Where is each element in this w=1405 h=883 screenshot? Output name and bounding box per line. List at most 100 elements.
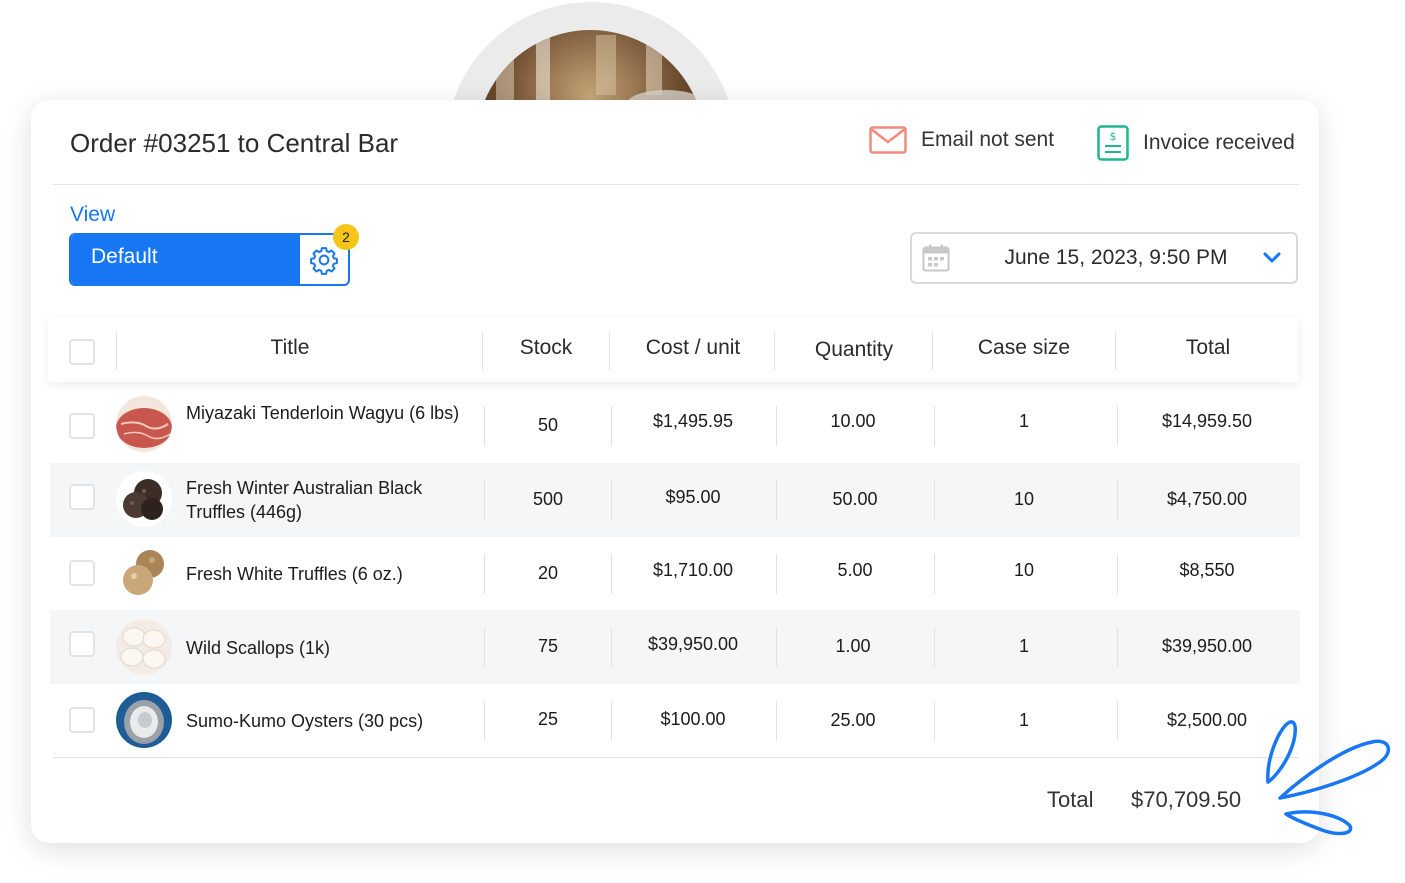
column-divider xyxy=(776,701,777,741)
column-divider xyxy=(116,332,117,370)
row-cost: $100.00 xyxy=(660,709,726,729)
grand-total-label: Total xyxy=(1047,787,1094,812)
table-row[interactable]: Fresh White Truffles (6 oz.) 20 $1,710.0… xyxy=(50,537,1300,611)
white-truffle-thumbnail xyxy=(116,544,172,600)
email-status: Email not sent xyxy=(869,126,1054,154)
row-title: Fresh Winter Australian Black Truffles (… xyxy=(186,478,423,522)
column-divider xyxy=(776,480,777,520)
table-header: Title Stock Cost / unit Quantity Case si… xyxy=(48,318,1298,382)
grand-total-value: $70,709.50 xyxy=(1131,787,1242,812)
column-header-case-size[interactable]: Case size xyxy=(944,336,1104,360)
row-stock: 500 xyxy=(532,489,564,509)
column-divider xyxy=(934,480,935,520)
column-divider xyxy=(934,701,935,741)
column-header-total[interactable]: Total xyxy=(1128,336,1288,360)
row-title: Fresh White Truffles (6 oz.) xyxy=(186,564,403,584)
row-cost: $39,950.00 xyxy=(647,634,739,654)
column-divider xyxy=(484,627,485,667)
row-checkbox[interactable] xyxy=(69,707,95,733)
row-checkbox[interactable] xyxy=(69,631,95,657)
row-total: $4,750.00 xyxy=(1166,489,1248,509)
row-checkbox[interactable] xyxy=(69,484,95,510)
date-picker[interactable]: June 15, 2023, 9:50 PM xyxy=(910,232,1298,284)
svg-text:$: $ xyxy=(1110,130,1117,143)
column-divider xyxy=(611,554,612,594)
column-header-title[interactable]: Title xyxy=(190,336,390,360)
view-label: View xyxy=(70,203,116,226)
column-divider xyxy=(774,332,775,370)
wagyu-thumbnail xyxy=(116,396,172,452)
column-divider xyxy=(1117,627,1118,667)
column-header-cost[interactable]: Cost / unit xyxy=(622,336,764,360)
date-value: June 15, 2023, 9:50 PM xyxy=(1004,246,1228,269)
table-row[interactable]: Sumo-Kumo Oysters (30 pcs) 25 $100.00 25… xyxy=(50,684,1300,758)
row-checkbox[interactable] xyxy=(69,560,95,586)
row-stock: 25 xyxy=(537,709,559,729)
row-case-size: 10 xyxy=(1013,489,1035,509)
row-cost: $1,495.95 xyxy=(652,411,734,431)
order-title: Order #03251 to Central Bar xyxy=(70,128,399,158)
settings-count-badge: 2 xyxy=(333,224,359,250)
column-divider xyxy=(611,627,612,667)
column-divider xyxy=(484,406,485,446)
select-all-checkbox[interactable] xyxy=(69,339,95,365)
column-header-stock[interactable]: Stock xyxy=(495,336,597,360)
row-total: $14,959.50 xyxy=(1161,411,1253,431)
column-divider xyxy=(484,701,485,741)
row-quantity[interactable]: 5.00 xyxy=(784,560,926,581)
gear-icon xyxy=(310,246,338,275)
column-divider xyxy=(1115,332,1116,370)
row-stock: 75 xyxy=(537,636,559,656)
row-title: Sumo-Kumo Oysters (30 pcs) xyxy=(186,711,424,731)
email-status-label: Email not sent xyxy=(921,128,1055,151)
column-divider xyxy=(1117,406,1118,446)
view-default-button[interactable]: Default xyxy=(71,235,300,284)
row-case-size: 1 xyxy=(1018,411,1029,431)
column-divider xyxy=(776,627,777,667)
row-title: Miyazaki Tenderloin Wagyu (6 lbs) xyxy=(186,403,460,423)
column-divider xyxy=(1117,554,1118,594)
column-divider xyxy=(776,406,777,446)
row-stock: 20 xyxy=(537,563,559,583)
row-stock: 50 xyxy=(537,415,559,435)
row-title: Wild Scallops (1k) xyxy=(186,638,331,658)
invoice-icon: $ xyxy=(1097,125,1129,161)
row-case-size: 1 xyxy=(1018,710,1029,730)
header-divider xyxy=(53,184,1299,185)
calendar-icon xyxy=(922,244,950,272)
row-cost: $95.00 xyxy=(665,487,721,507)
invoice-status-label: Invoice received xyxy=(1143,131,1295,154)
footer-divider xyxy=(53,757,1299,758)
view-selector[interactable]: Default xyxy=(69,233,350,286)
column-divider xyxy=(934,554,935,594)
column-divider xyxy=(611,701,612,741)
row-cost: $1,710.00 xyxy=(652,560,734,580)
envelope-icon xyxy=(869,126,907,154)
row-quantity[interactable]: 50.00 xyxy=(784,489,926,510)
column-divider xyxy=(932,332,933,370)
table-row[interactable]: Miyazaki Tenderloin Wagyu (6 lbs) 50 $1,… xyxy=(50,389,1300,463)
row-quantity[interactable]: 10.00 xyxy=(782,411,924,432)
row-quantity[interactable]: 1.00 xyxy=(782,636,924,657)
column-divider xyxy=(609,332,610,370)
column-divider xyxy=(1117,701,1118,741)
row-checkbox[interactable] xyxy=(69,413,95,439)
row-total: $8,550 xyxy=(1179,560,1235,580)
column-divider xyxy=(484,554,485,594)
row-case-size: 10 xyxy=(1013,560,1035,580)
column-header-quantity[interactable]: Quantity xyxy=(783,338,925,362)
column-divider xyxy=(776,554,777,594)
column-divider xyxy=(1117,480,1118,520)
invoice-status: $ Invoice received xyxy=(1097,125,1295,161)
scallops-thumbnail xyxy=(116,619,172,675)
oyster-thumbnail xyxy=(116,692,172,748)
black-truffle-thumbnail xyxy=(116,471,172,527)
column-divider xyxy=(611,406,612,446)
chevron-down-icon xyxy=(1263,252,1281,263)
row-case-size: 1 xyxy=(1018,636,1029,656)
column-divider xyxy=(484,480,485,520)
table-row[interactable]: Fresh Winter Australian Black Truffles (… xyxy=(50,463,1300,537)
column-divider xyxy=(934,406,935,446)
table-row[interactable]: Wild Scallops (1k) 75 $39,950.00 1.00 1 … xyxy=(50,610,1300,684)
row-quantity[interactable]: 25.00 xyxy=(782,710,924,731)
